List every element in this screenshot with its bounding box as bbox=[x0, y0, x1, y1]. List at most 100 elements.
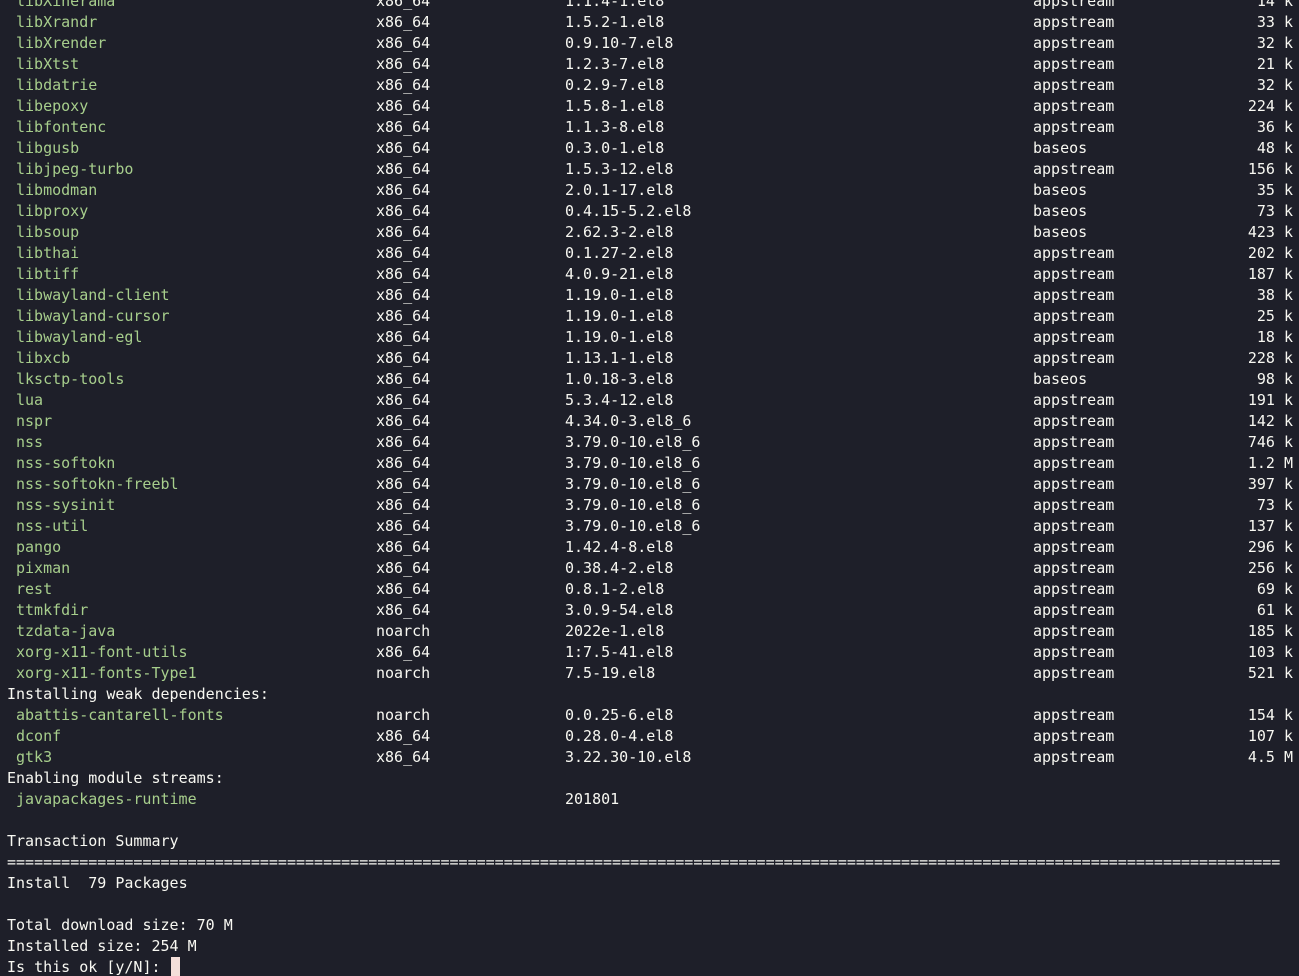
package-row: libsoup x86_64 2.62.3-2.el8 baseos 423 k bbox=[0, 222, 1299, 243]
package-name: nss-softokn-freebl bbox=[16, 475, 179, 493]
package-repo: appstream bbox=[1033, 328, 1115, 346]
package-repo: appstream bbox=[1033, 475, 1115, 493]
prompt-line[interactable]: Is this ok [y/N]: bbox=[0, 957, 1299, 976]
package-version: 0.2.9-7.el8 bbox=[565, 76, 665, 94]
package-name: lua bbox=[16, 391, 44, 409]
separator: ========================================… bbox=[7, 853, 1281, 871]
package-repo: appstream bbox=[1033, 34, 1115, 52]
package-version: 2022e-1.el8 bbox=[565, 622, 665, 640]
package-repo: appstream bbox=[1033, 349, 1115, 367]
package-row: nss-sysinit x86_64 3.79.0-10.el8_6 appstrea… bbox=[0, 495, 1299, 516]
package-repo: appstream bbox=[1033, 601, 1115, 619]
package-arch: x86_64 bbox=[376, 643, 431, 661]
package-arch: x86_64 bbox=[376, 433, 431, 451]
package-repo: appstream bbox=[1033, 517, 1115, 535]
package-size: 185 k bbox=[1247, 622, 1293, 640]
package-row: rest x86_64 0.8.1-2.el8 appstream 69 k bbox=[0, 579, 1299, 600]
package-version: 1.19.0-1.el8 bbox=[565, 286, 674, 304]
package-size: 156 k bbox=[1247, 160, 1293, 178]
package-version: 3.79.0-10.el8_6 bbox=[565, 454, 701, 472]
package-repo: appstream bbox=[1033, 265, 1115, 283]
package-name: dconf bbox=[16, 727, 62, 745]
package-arch: x86_64 bbox=[376, 601, 431, 619]
package-name: abattis-cantarell-fonts bbox=[16, 706, 224, 724]
package-name: libfontenc bbox=[16, 118, 107, 136]
package-version: 1.0.18-3.el8 bbox=[565, 370, 674, 388]
package-arch: x86_64 bbox=[376, 244, 431, 262]
package-row: libepoxy x86_64 1.5.8-1.el8 appstream 224 k bbox=[0, 96, 1299, 117]
package-arch: x86_64 bbox=[376, 181, 431, 199]
package-repo: baseos bbox=[1033, 181, 1088, 199]
package-name: rest bbox=[16, 580, 53, 598]
package-version: 1.19.0-1.el8 bbox=[565, 307, 674, 325]
package-repo: appstream bbox=[1033, 727, 1115, 745]
package-size: 521 k bbox=[1247, 664, 1293, 682]
package-repo: appstream bbox=[1033, 706, 1115, 724]
package-repo: appstream bbox=[1033, 748, 1115, 766]
weak-deps-list: abattis-cantarell-fonts noarch 0.0.25-6.el… bbox=[0, 705, 1299, 768]
package-size: 98 k bbox=[1256, 370, 1293, 388]
package-version: 0.9.10-7.el8 bbox=[565, 34, 674, 52]
package-arch: x86_64 bbox=[376, 370, 431, 388]
package-arch: x86_64 bbox=[376, 76, 431, 94]
installed-size-line: Installed size: 254 M bbox=[0, 936, 1299, 957]
summary-title-line: Transaction Summary bbox=[0, 831, 1299, 852]
package-name: nss-util bbox=[16, 517, 89, 535]
package-name: ttmkfdir bbox=[16, 601, 89, 619]
terminal-window[interactable]: libXinerama x86_64 1.1.4-1.el8 appstream 14 … bbox=[0, 0, 1299, 976]
package-repo: appstream bbox=[1033, 433, 1115, 451]
package-repo: baseos bbox=[1033, 223, 1088, 241]
package-version: 0.1.27-2.el8 bbox=[565, 244, 674, 262]
package-name: nspr bbox=[16, 412, 53, 430]
separator-line: ========================================… bbox=[0, 852, 1299, 873]
package-size: 36 k bbox=[1256, 118, 1293, 136]
package-version: 2.0.1-17.el8 bbox=[565, 181, 674, 199]
package-name: lksctp-tools bbox=[16, 370, 125, 388]
package-size: 33 k bbox=[1256, 13, 1293, 31]
package-version: 1.42.4-8.el8 bbox=[565, 538, 674, 556]
install-count: Install 79 Packages bbox=[7, 874, 188, 892]
package-name: libwayland-egl bbox=[16, 328, 143, 346]
package-version: 3.79.0-10.el8_6 bbox=[565, 433, 701, 451]
text-cursor[interactable] bbox=[170, 957, 180, 976]
weak-deps-header: Installing weak dependencies: bbox=[7, 685, 269, 703]
package-repo: appstream bbox=[1033, 664, 1115, 682]
package-row: gtk3 x86_64 3.22.30-10.el8 appstream 4.5 M bbox=[0, 747, 1299, 768]
package-repo: appstream bbox=[1033, 244, 1115, 262]
package-size: 69 k bbox=[1256, 580, 1293, 598]
package-arch: x86_64 bbox=[376, 118, 431, 136]
package-size: 397 k bbox=[1247, 475, 1293, 493]
package-row: libxcb x86_64 1.13.1-1.el8 appstream 228 k bbox=[0, 348, 1299, 369]
package-version: 1.13.1-1.el8 bbox=[565, 349, 674, 367]
package-arch: x86_64 bbox=[376, 13, 431, 31]
package-arch: x86_64 bbox=[376, 328, 431, 346]
confirm-prompt: Is this ok [y/N]: bbox=[7, 958, 170, 976]
package-row: pango x86_64 1.42.4-8.el8 appstream 296 k bbox=[0, 537, 1299, 558]
package-name: gtk3 bbox=[16, 748, 53, 766]
package-repo: appstream bbox=[1033, 0, 1115, 10]
package-size: 202 k bbox=[1247, 244, 1293, 262]
package-repo: appstream bbox=[1033, 538, 1115, 556]
package-row: libXrender x86_64 0.9.10-7.el8 appstream 32 … bbox=[0, 33, 1299, 54]
package-repo: appstream bbox=[1033, 412, 1115, 430]
package-version: 5.3.4-12.el8 bbox=[565, 391, 674, 409]
transaction-summary-title: Transaction Summary bbox=[7, 832, 179, 850]
package-version: 1.5.3-12.el8 bbox=[565, 160, 674, 178]
package-repo: appstream bbox=[1033, 97, 1115, 115]
package-repo: appstream bbox=[1033, 118, 1115, 136]
package-arch: x86_64 bbox=[376, 265, 431, 283]
package-row: tzdata-java noarch 2022e-1.el8 appstream 185… bbox=[0, 621, 1299, 642]
confirm-prompt-wrap[interactable]: Is this ok [y/N]: bbox=[7, 957, 180, 976]
package-size: 256 k bbox=[1247, 559, 1293, 577]
package-row: nss-softokn x86_64 3.79.0-10.el8_6 appstrea… bbox=[0, 453, 1299, 474]
package-size: 35 k bbox=[1256, 181, 1293, 199]
package-arch: noarch bbox=[376, 706, 431, 724]
package-repo: appstream bbox=[1033, 160, 1115, 178]
package-size: 32 k bbox=[1256, 76, 1293, 94]
package-arch: x86_64 bbox=[376, 223, 431, 241]
package-arch: x86_64 bbox=[376, 538, 431, 556]
package-repo: baseos bbox=[1033, 202, 1088, 220]
package-row: nss x86_64 3.79.0-10.el8_6 appstream 746 k bbox=[0, 432, 1299, 453]
package-version: 1.1.3-8.el8 bbox=[565, 118, 665, 136]
